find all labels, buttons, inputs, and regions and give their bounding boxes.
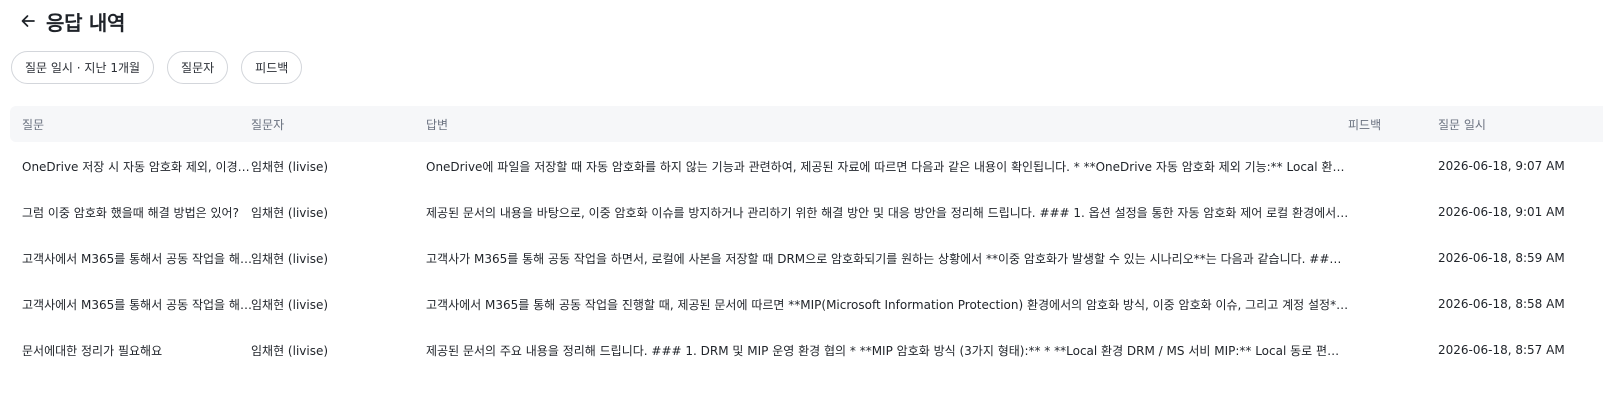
asker-cell: 임채현 (livise) <box>251 251 329 266</box>
filter-bar: 질문 일시 · 지난 1개월 질문자 피드백 <box>11 51 303 84</box>
answer-cell: 고객사에서 M365를 통해 공동 작업을 진행할 때, 제공된 문서에 따르면… <box>426 297 1350 312</box>
table-header: 질문 질문자 답변 피드백 질문 일시 <box>10 106 1603 142</box>
date-cell: 2026-06-18, 9:07 AM <box>1438 159 1565 173</box>
answer-cell: 제공된 문서의 내용을 바탕으로, 이중 암호화 이슈를 방지하거나 관리하기 … <box>426 205 1350 220</box>
question-cell: 그럼 이중 암호화 했을때 해결 방법은 있어? <box>22 205 239 220</box>
answer-cell: 고객사가 M365를 통해 공동 작업을 하면서, 로컬에 사본을 저장할 때 … <box>426 251 1350 266</box>
page-header: 응답 내역 <box>18 6 125 36</box>
table-row[interactable]: 고객사에서 M365를 통해서 공동 작업을 해야 하… 임채현 (livise… <box>10 235 1603 281</box>
question-cell: 고객사에서 M365를 통해서 공동 작업을 해야 하… <box>22 251 252 266</box>
table-row[interactable]: 고객사에서 M365를 통해서 공동 작업을 해야 하… 임채현 (livise… <box>10 281 1603 327</box>
question-cell: OneDrive 저장 시 자동 암호화 제외, 이경우 파일 … <box>22 159 252 174</box>
question-cell: 문서에대한 정리가 필요해요 <box>22 343 163 358</box>
question-cell: 고객사에서 M365를 통해서 공동 작업을 해야 하… <box>22 297 252 312</box>
response-table: 질문 질문자 답변 피드백 질문 일시 OneDrive 저장 시 자동 암호화… <box>10 106 1603 372</box>
date-cell: 2026-06-18, 8:59 AM <box>1438 251 1565 265</box>
table-body: OneDrive 저장 시 자동 암호화 제외, 이경우 파일 … 임채현 (l… <box>10 143 1603 373</box>
arrow-left-icon <box>21 15 35 27</box>
asker-cell: 임채현 (livise) <box>251 343 329 358</box>
table-row[interactable]: OneDrive 저장 시 자동 암호화 제외, 이경우 파일 … 임채현 (l… <box>10 143 1603 189</box>
answer-cell: 제공된 문서의 주요 내용을 정리해 드립니다. ### 1. DRM 및 MI… <box>426 343 1350 358</box>
date-cell: 2026-06-18, 8:57 AM <box>1438 343 1565 357</box>
back-button[interactable] <box>18 11 38 31</box>
column-header-feedback[interactable]: 피드백 <box>1348 106 1428 142</box>
asker-cell: 임채현 (livise) <box>251 297 329 312</box>
column-header-answer[interactable]: 답변 <box>426 106 1350 142</box>
asker-cell: 임채현 (livise) <box>251 159 329 174</box>
filter-date-chip[interactable]: 질문 일시 · 지난 1개월 <box>11 51 155 84</box>
column-header-question[interactable]: 질문 <box>22 106 252 142</box>
table-row[interactable]: 그럼 이중 암호화 했을때 해결 방법은 있어? 임채현 (livise) 제공… <box>10 189 1603 235</box>
filter-asker-chip[interactable]: 질문자 <box>167 51 229 84</box>
page-title: 응답 내역 <box>46 10 126 35</box>
asker-cell: 임채현 (livise) <box>251 205 329 220</box>
filter-feedback-chip[interactable]: 피드백 <box>241 51 303 84</box>
answer-cell: OneDrive에 파일을 저장할 때 자동 암호화를 하지 않는 기능과 관련… <box>426 159 1350 174</box>
date-cell: 2026-06-18, 8:58 AM <box>1438 297 1565 311</box>
column-header-date[interactable]: 질문 일시 <box>1438 106 1603 142</box>
table-row[interactable]: 문서에대한 정리가 필요해요 임채현 (livise) 제공된 문서의 주요 내… <box>10 327 1603 373</box>
column-header-asker[interactable]: 질문자 <box>251 106 411 142</box>
date-cell: 2026-06-18, 9:01 AM <box>1438 205 1565 219</box>
